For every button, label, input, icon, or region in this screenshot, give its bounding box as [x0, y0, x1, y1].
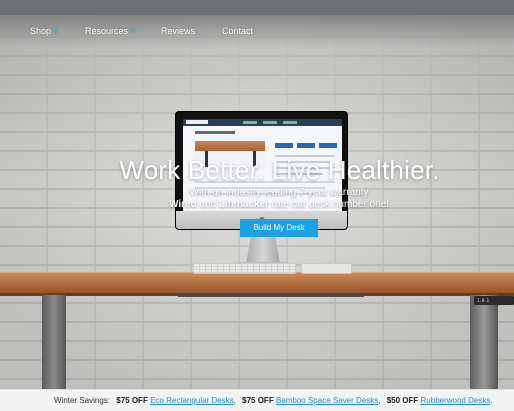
promo-separator: , — [233, 396, 236, 405]
nav-item-reviews[interactable]: Reviews — [161, 25, 195, 37]
screen-button — [297, 143, 315, 148]
keyboard-image — [193, 263, 296, 274]
promo-separator: , — [378, 396, 381, 405]
desk-top — [0, 272, 514, 294]
screen-nav-1 — [243, 121, 257, 124]
desk-leg-right — [470, 295, 498, 389]
chevron-down-icon: ▼ — [130, 29, 136, 35]
promo-price: $75 OFF — [116, 396, 148, 405]
screen-nav-3 — [283, 121, 297, 124]
desk-crossbar — [178, 293, 364, 297]
promo-link-eco-rectangular[interactable]: Eco Rectangular Desks — [150, 396, 234, 405]
promo-link-bamboo-space-saver[interactable]: Bamboo Space Saver Desks — [276, 396, 378, 405]
promo-price: $50 OFF — [386, 396, 419, 405]
lifehacker-mention: Lifehacker — [218, 199, 269, 210]
nav-item-shop[interactable]: Shop ▼ — [30, 25, 59, 38]
hero-subtitle-line2: Wired and Lifehacker rate our desk numbe… — [0, 199, 514, 211]
wired-mention: Wired — [168, 199, 197, 210]
promo-label: Winter Savings: — [54, 396, 111, 405]
nav-item-label: Shop — [30, 26, 52, 36]
build-my-desk-button[interactable]: Build My Desk — [240, 219, 318, 237]
screen-logo — [186, 120, 208, 124]
nav-item-resources[interactable]: Resources ▼ — [85, 25, 136, 38]
subtitle-conjunction: and — [196, 199, 219, 210]
screen-nav-2 — [263, 121, 277, 124]
nav-item-label: Contact — [222, 26, 254, 36]
nav-item-contact[interactable]: Contact — [222, 25, 253, 37]
trackpad-image — [301, 263, 352, 274]
screen-title — [195, 131, 235, 134]
promo-price: $75 OFF — [242, 396, 274, 405]
promo-content: Winter Savings: $75 OFF Eco Rectangular … — [54, 390, 493, 411]
nav-item-label: Reviews — [161, 26, 196, 36]
main-nav — [0, 15, 514, 47]
top-bar — [0, 0, 514, 15]
screen-button — [275, 143, 293, 148]
hero-title: Work Better. Live Healthier. — [119, 155, 440, 185]
nav-item-label: Resources — [85, 26, 129, 36]
hero-subtitle-line1: With an industry leading 7-year warranty — [189, 187, 369, 198]
promo-end: . — [490, 396, 493, 405]
chevron-down-icon: ▼ — [53, 29, 59, 35]
subtitle-rest: rate our desk number one! — [268, 199, 390, 210]
promo-link-rubberwood[interactable]: Rubberwood Desks — [421, 396, 491, 405]
desk-controller-display: 1.8.1 — [477, 298, 490, 303]
promo-bar: Winter Savings: $75 OFF Eco Rectangular … — [0, 389, 514, 411]
desk-leg-left — [42, 295, 66, 389]
screen-button — [319, 143, 337, 148]
